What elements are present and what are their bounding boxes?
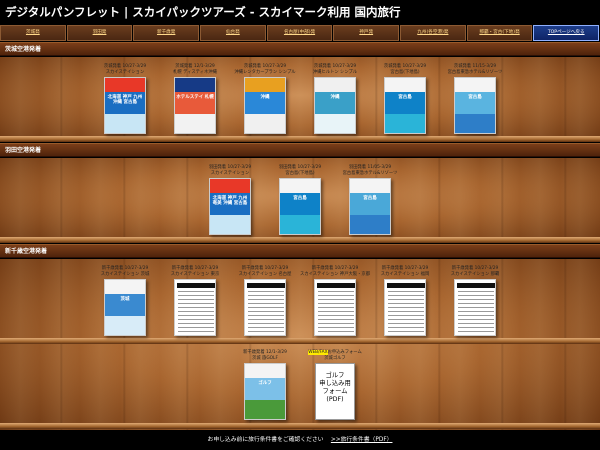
shelf-board: [0, 338, 600, 344]
pamphlet-cover[interactable]: 宮古島: [279, 178, 321, 235]
pamphlet-sublabel: 宮古島(下地島): [390, 70, 420, 75]
shelf-board: [0, 136, 600, 142]
pamphlet[interactable]: 羽田発着 10/27-3/29 スカイステイション 北海道 神戸 九州 奄美 沖縄 …: [195, 165, 265, 235]
pamphlet-cover[interactable]: ホテルステイ 札幌: [174, 77, 216, 134]
pamphlet-sublabel: 宮古島東急ホテル&リゾーツ: [447, 70, 503, 75]
nav-top-page[interactable]: TOPページへ戻る: [533, 25, 600, 41]
pamphlet-cover[interactable]: [314, 279, 356, 336]
pamphlet-cover[interactable]: 北海道 神戸 九州 沖縄 宮古島: [104, 77, 146, 134]
pamphlet-sublabel: スカイステイション 那覇: [450, 272, 500, 277]
pamphlet-cover[interactable]: [454, 279, 496, 336]
cover-title: 北海道 神戸 九州 奄美 沖縄 宮古島: [212, 196, 248, 206]
nav-nagoya[interactable]: 名古屋(中部)発: [266, 25, 333, 41]
pamphlet[interactable]: 茨城発着 10/27-3/29 沖縄レンタカープラン シンプル 沖縄: [230, 64, 300, 134]
pamphlet-cover[interactable]: [174, 279, 216, 336]
pamphlet-sublabel: 沖縄レンタカープラン シンプル: [234, 70, 296, 75]
cover-title: 沖縄: [260, 95, 270, 100]
nav-kobe[interactable]: 神戸発: [333, 25, 400, 41]
pamphlet[interactable]: 新千歳発着 10/27-3/29 スカイステイション 福岡: [370, 266, 440, 336]
pamphlet-sublabel: スカイステイション 福岡: [380, 272, 430, 277]
cover-title: ホテルステイ 札幌: [176, 95, 214, 100]
pamphlet-sublabel: スカイステイション: [210, 171, 250, 176]
golf-form-pdf[interactable]: ゴルフ 申し込み用 フォーム (PDF): [315, 363, 355, 420]
pamphlet-cover[interactable]: 北海道 神戸 九州 奄美 沖縄 宮古島: [209, 178, 251, 235]
golf-form-label-text: お申込みフォーム: [327, 350, 362, 355]
shelf-board: [0, 237, 600, 243]
pamphlet[interactable]: 新千歳発着 10/27-3/29 スカイステイション 那覇: [440, 266, 510, 336]
pamphlet[interactable]: 茨城発着 10/27-3/29 スカイステイション 北海道 神戸 九州 沖縄 宮古島: [90, 64, 160, 134]
travel-conditions-link[interactable]: >>旅行条件書（PDF）: [331, 437, 393, 443]
cover-title: 沖縄: [330, 95, 340, 100]
cover-title: ゴルフ: [258, 381, 272, 386]
nav-shin-chitose[interactable]: 新千歳発: [133, 25, 200, 41]
pamphlet-cover[interactable]: [384, 279, 426, 336]
pamphlet[interactable]: 羽田発着 10/27-3/29 宮古島(下地島) 宮古島: [265, 165, 335, 235]
nav-ibaraki[interactable]: 茨城発: [0, 25, 66, 41]
footer: お申し込み前に旅行条件書をご確認ください >>旅行条件書（PDF）: [0, 430, 600, 450]
page-title: デジタルパンフレット | スカイパックツアーズ - スカイマーク利用 国内旅行: [0, 0, 600, 24]
pamphlet[interactable]: 茨城発着 12/1-3/29 札幌 ディスティネ沖縄 ホテルステイ 札幌: [160, 64, 230, 134]
pamphlet-cover[interactable]: 宮古島: [384, 77, 426, 134]
pamphlet-sublabel: スカイステイション 神戸大阪・京都: [300, 272, 370, 277]
pamphlet-sublabel: スカイステイション 東京: [170, 272, 220, 277]
cover-title: 茨城: [120, 297, 130, 302]
pamphlet-sublabel: スカイステイション 茨城: [100, 272, 150, 277]
cover-title: 北海道 神戸 九州 沖縄 宮古島: [107, 95, 143, 105]
cover-title: 宮古島: [363, 196, 377, 201]
pamphlet-cover[interactable]: 茨城: [104, 279, 146, 336]
pamphlet-sublabel: 宮古島東急ホテル&リゾーツ: [342, 171, 398, 176]
nav-naha-miyako[interactable]: 那覇・宮古(下地)発: [466, 25, 533, 41]
pamphlet-cover[interactable]: 沖縄: [314, 77, 356, 134]
web-fax-highlight: WEB/FAX: [308, 350, 328, 355]
pamphlet-sublabel: スカイステイション 名古屋: [238, 272, 292, 277]
pamphlet-sublabel: 茨城 旅GOLF: [252, 356, 278, 361]
pamphlet-sublabel: スカイステイション: [105, 70, 145, 75]
pamphlet[interactable]: 新千歳発着 12/1-3/29 茨城 旅GOLF ゴルフ: [230, 350, 300, 420]
pamphlet-cover[interactable]: ゴルフ: [244, 363, 286, 420]
pamphlet-cover[interactable]: 沖縄: [244, 77, 286, 134]
pamphlet-sublabel: 札幌 ディスティネ沖縄: [173, 70, 217, 75]
nav-kyushu[interactable]: 九州(各空港)発: [400, 25, 466, 41]
pamphlet[interactable]: 茨城発着 10/27-3/29 宮古島(下地島) 宮古島: [370, 64, 440, 134]
shelf-board: [0, 423, 600, 429]
pamphlet[interactable]: 新千歳発着 10/27-3/29 スカイステイション 名古屋: [230, 266, 300, 336]
nav-haneda[interactable]: 羽田発: [66, 25, 133, 41]
departure-nav: 茨城発 羽田発 新千歳発 仙台発 名古屋(中部)発 神戸発 九州(各空港)発 那…: [0, 25, 600, 41]
section-header-ibaraki: 茨城空港発着: [0, 42, 600, 56]
pamphlet-cover[interactable]: 宮古島: [454, 77, 496, 134]
pamphlet[interactable]: 茨城発着 11/15-3/29 宮古島東急ホテル&リゾーツ 宮古島: [440, 64, 510, 134]
pamphlet[interactable]: 新千歳発着 10/27-3/29 スカイステイション 神戸大阪・京都: [300, 266, 370, 336]
cover-title: 宮古島: [293, 196, 307, 201]
nav-sendai[interactable]: 仙台発: [200, 25, 266, 41]
cover-title: 宮古島: [398, 95, 412, 100]
pamphlet[interactable]: 茨城発着 10/27-3/29 沖縄ヒルトン シンプル 沖縄: [300, 64, 370, 134]
section-header-shin-chitose: 新千歳空港発着: [0, 244, 600, 258]
golf-application-form[interactable]: WEB/FAXお申込みフォーム 茨城ゴルフゴルフ 申し込み用 フォーム (PDF): [300, 350, 370, 420]
footer-note: お申し込み前に旅行条件書をご確認ください: [207, 437, 324, 443]
pamphlet-sublabel: 沖縄ヒルトン シンプル: [312, 70, 358, 75]
pamphlet-cover[interactable]: [244, 279, 286, 336]
pamphlet[interactable]: 新千歳発着 10/27-3/29 スカイステイション 茨城 茨城: [90, 266, 160, 336]
pamphlet[interactable]: 羽田発着 11/05-3/29 宮古島東急ホテル&リゾーツ 宮古島: [335, 165, 405, 235]
pamphlet-cover[interactable]: 宮古島: [349, 178, 391, 235]
section-header-haneda: 羽田空港発着: [0, 143, 600, 157]
pamphlet[interactable]: 新千歳発着 10/27-3/29 スカイステイション 東京: [160, 266, 230, 336]
cover-title: 宮古島: [468, 95, 482, 100]
pamphlet-sublabel: 宮古島(下地島): [285, 171, 315, 176]
golf-form-sublabel: 茨城ゴルフ: [324, 356, 346, 361]
